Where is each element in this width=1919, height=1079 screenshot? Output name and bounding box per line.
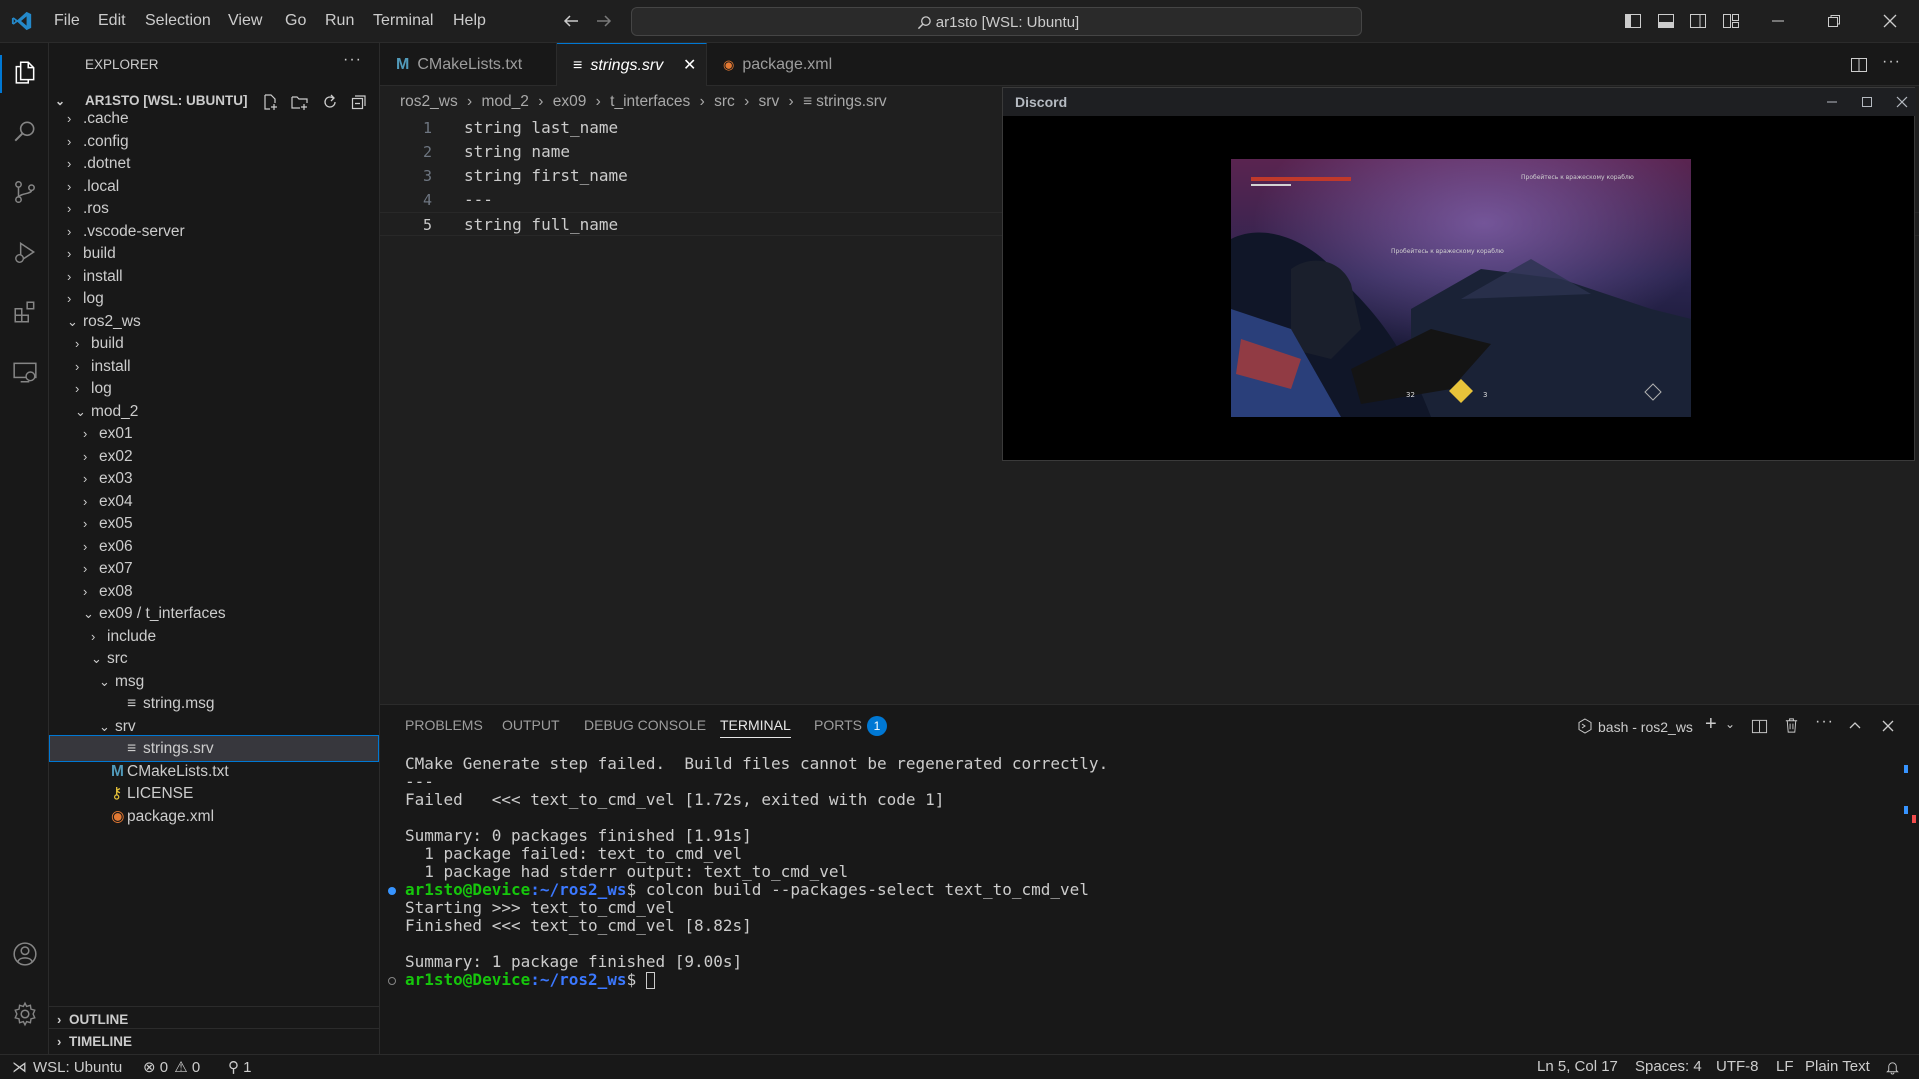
cmake-file-icon: M [396,56,410,73]
error-icon: ⊗ [143,1059,156,1076]
warning-icon: ⚠ [174,1059,188,1076]
menu-terminal[interactable]: Terminal [373,12,433,30]
svg-text:3: 3 [1483,391,1487,399]
customize-layout-icon[interactable] [1722,12,1740,30]
discord-title-bar: Discord [1003,88,1916,116]
svg-text:32: 32 [1406,391,1415,399]
menu-run[interactable]: Run [325,12,354,30]
title-bar: File Edit Selection View Go Run Terminal… [0,0,1919,43]
command-center[interactable]: ar1sto [WSL: Ubuntu] [631,7,1362,36]
menu-help[interactable]: Help [453,12,486,30]
toggle-panel-icon[interactable] [1657,12,1675,30]
toggle-secondary-sidebar-icon[interactable] [1689,12,1707,30]
command-center-label: ar1sto [WSL: Ubuntu] [935,14,1080,31]
discord-popout-window[interactable]: Discord Пробейтесь к вражескому кораблю … [1002,87,1916,461]
bottom-panel: PROBLEMS OUTPUT DEBUG CONSOLE TERMINAL P… [380,704,1919,1054]
menu-file[interactable]: File [54,12,80,30]
restore-icon[interactable] [1826,14,1842,28]
editor-tab-bar: M CMakeLists.txt ≡ strings.srv ✕ ◉ package.… [380,43,1919,86]
scrollbar-marker [1904,806,1908,814]
close-tab-icon[interactable]: ✕ [683,44,696,87]
discord-minimize-icon[interactable] [1825,95,1839,109]
svg-text:Пробейтесь к вражескому корабл: Пробейтесь к вражескому кораблю [1521,174,1634,181]
command-decoration-dot[interactable] [388,887,396,895]
breadcrumb-item[interactable]: ex09 [553,93,587,110]
menu-edit[interactable]: Edit [98,12,126,30]
tab-cmakelists[interactable]: M CMakeLists.txt [380,43,557,86]
explorer-item-label: package.xml [127,807,215,825]
discord-close-icon[interactable] [1895,95,1909,109]
broadcast-icon: ⚲ [228,1059,239,1076]
more-actions-icon[interactable]: ··· [343,51,362,69]
rss-xml-icon: ◉ [723,57,735,72]
explorer-icon[interactable] [12,59,38,85]
breadcrumb-item[interactable]: t_interfaces [610,93,690,110]
forward-arrow-icon[interactable] [595,13,613,29]
ports-indicator[interactable]: ⚲ 1 [228,1058,252,1076]
explorer-title: EXPLORER [85,57,159,72]
accounts-icon[interactable] [12,941,38,967]
remote-indicator[interactable]: ⋊ WSL: Ubuntu [12,1058,122,1076]
breadcrumb-item[interactable]: strings.srv [816,93,887,110]
terminal-line: Failed <<< text_to_cmd_vel [1.72s, exite… [405,790,945,809]
toggle-primary-sidebar-icon[interactable] [1624,12,1642,30]
active-indicator [0,55,2,93]
extensions-icon[interactable] [12,299,38,325]
search-view-icon[interactable] [12,119,38,145]
tab-strings-srv[interactable]: ≡ strings.srv ✕ [557,43,707,86]
indentation[interactable]: Spaces: 4 [1635,1058,1702,1075]
terminal-line: CMake Generate step failed. Build files … [405,754,1109,773]
breadcrumb-item[interactable]: ros2_ws [400,93,458,110]
discord-maximize-icon[interactable] [1860,95,1874,109]
terminal-line: Finished <<< text_to_cmd_vel [8.82s] [405,916,752,935]
close-window-icon[interactable] [1882,13,1898,29]
breadcrumb: ros2_ws › mod_2 › ex09 › t_interfaces › … [400,93,887,110]
terminal-output[interactable]: CMake Generate step failed. Build files … [380,705,1919,1055]
breadcrumb-item[interactable]: src [714,93,735,110]
tab-package-xml[interactable]: ◉ package.xml [707,43,857,86]
remote-explorer-icon[interactable] [12,359,38,385]
language-mode[interactable]: Plain Text [1805,1058,1870,1075]
settings-gear-icon[interactable] [12,1001,38,1027]
discord-title: Discord [1015,94,1068,110]
terminal-cursor [645,972,655,989]
scrollbar-marker [1904,765,1908,773]
notifications-bell-icon[interactable] [1885,1060,1900,1075]
end-of-line[interactable]: LF [1776,1058,1794,1075]
explorer-item[interactable]: ◉ package.xml [49,803,379,830]
terminal-prompt-line: ar1sto@Device:~/ros2_ws$ [405,969,655,991]
status-bar: ⋊ WSL: Ubuntu ⊗ 0 ⚠ 0 ⚲ 1 Ln 5, Col 17 Sp… [0,1054,1919,1079]
run-debug-icon[interactable] [12,239,38,265]
activity-bar [0,43,49,1054]
back-arrow-icon[interactable] [562,13,580,29]
source-control-icon[interactable] [12,179,38,205]
game-stream-video[interactable]: Пробейтесь к вражескому кораблю Пробейте… [1231,159,1691,417]
svg-text:Пробейтесь к вражескому корабл: Пробейтесь к вражескому кораблю [1391,248,1504,255]
problems-indicator[interactable]: ⊗ 0 ⚠ 0 [143,1058,200,1076]
menu-selection[interactable]: Selection [145,12,211,30]
split-editor-icon[interactable] [1850,56,1868,74]
encoding[interactable]: UTF-8 [1716,1058,1759,1075]
explorer-sidebar: EXPLORER ··· ⌄ AR1STO [WSL: UBUNTU] › .ca… [49,43,380,1054]
editor-more-actions-icon[interactable]: ··· [1882,53,1901,71]
minimize-icon[interactable] [1770,14,1786,28]
menu-go[interactable]: Go [285,12,306,30]
menu-view[interactable]: View [228,12,262,30]
timeline-section[interactable]: › TIMELINE [49,1028,379,1054]
vscode-logo-icon [11,11,32,31]
breadcrumb-item[interactable]: mod_2 [482,93,529,110]
breadcrumb-item[interactable]: srv [759,93,780,110]
scrollbar-marker [1912,815,1916,823]
file-type-icon: ◉ [111,807,125,825]
command-decoration-dot[interactable] [388,977,396,985]
text-file-icon: ≡ [573,57,583,74]
cursor-position[interactable]: Ln 5, Col 17 [1537,1058,1618,1075]
